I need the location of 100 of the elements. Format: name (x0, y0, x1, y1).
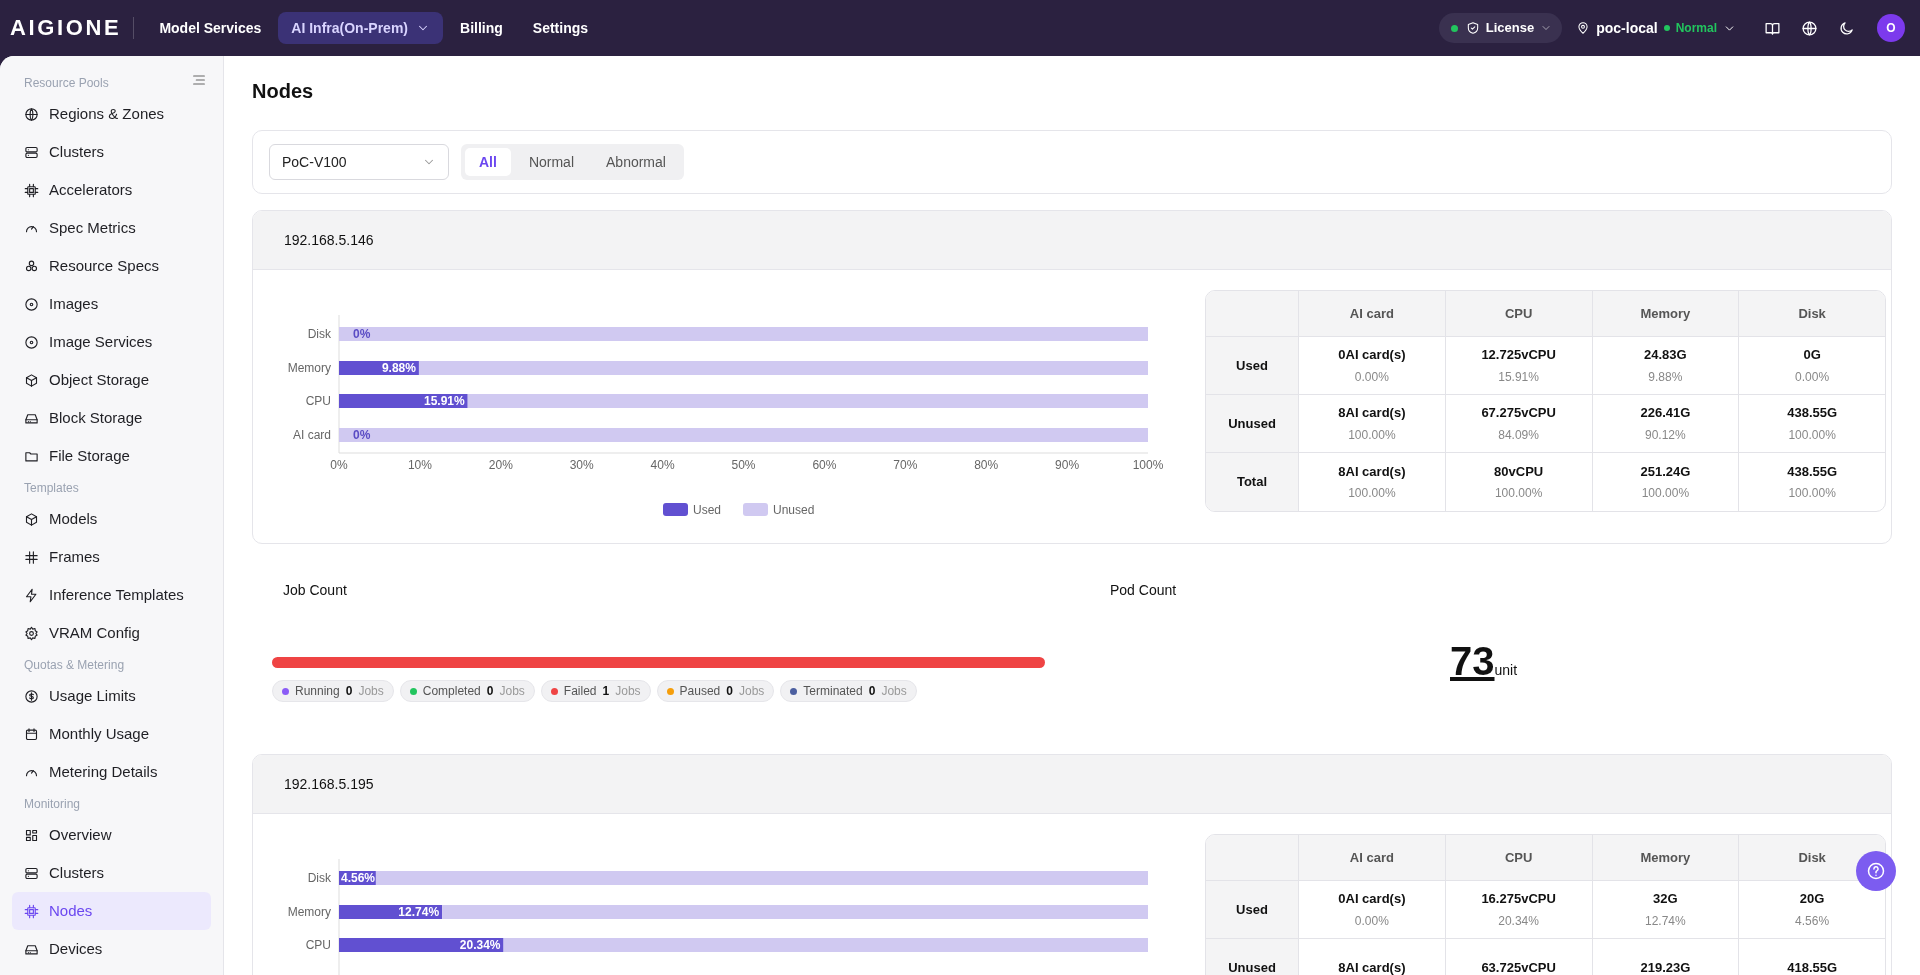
column-header: CPU (1504, 848, 1533, 867)
cell-percent: 100.00% (1641, 485, 1690, 503)
tick-label: 50% (731, 458, 756, 472)
language-icon[interactable] (1801, 19, 1818, 37)
globe-icon (24, 106, 39, 122)
calendar-icon (24, 726, 39, 742)
cell-percent: 15.91% (1498, 368, 1539, 386)
section-heading: Quotas & Metering (23, 657, 126, 674)
row-header: Unused (1206, 395, 1299, 452)
bolt-icon (24, 587, 39, 603)
sidebar-item[interactable]: Frames (12, 538, 211, 576)
tick-label: 40% (650, 458, 675, 472)
axis-label: Memory (287, 361, 331, 375)
cell-value: 438.55G (1787, 404, 1838, 423)
dollar-icon (24, 688, 39, 704)
tick-label: 0% (330, 458, 348, 472)
column-header: Memory (1640, 304, 1691, 323)
tick-label: 70% (893, 458, 918, 472)
cell-percent: 12.74% (1645, 912, 1686, 930)
status-count: 0 (868, 683, 876, 700)
sidebar-item[interactable]: Clusters (12, 854, 211, 892)
disc-icon (24, 296, 39, 312)
cell-value: 80vCPU (1494, 462, 1544, 481)
section-title: Pod Count (1110, 581, 1178, 600)
legend-item[interactable]: Unused (743, 503, 815, 517)
tick-label: 100% (1132, 458, 1164, 472)
sidebar-item[interactable]: Overview (12, 816, 211, 854)
sidebar-item[interactable]: Images (12, 285, 211, 323)
value-label: 0% (353, 327, 371, 341)
axis-label: Memory (287, 905, 331, 919)
sidebar-item[interactable]: Monthly Usage (12, 715, 211, 753)
status-unit: Jobs (881, 683, 907, 700)
cell-percent: 0.00% (1795, 368, 1830, 386)
sidebar-item[interactable]: VRAM Config (12, 614, 211, 652)
axis-label: AI card (293, 428, 331, 442)
sidebar-item[interactable]: Metering Details (12, 753, 211, 791)
status-label: Paused (679, 683, 721, 700)
status-unit: Jobs (615, 683, 641, 700)
row-header: Unused (1206, 939, 1299, 975)
cell-value: 0G (1803, 346, 1821, 365)
axis-label: CPU (305, 938, 331, 952)
column-header: AI card (1349, 304, 1394, 323)
sidebar-item[interactable]: Resource Specs (12, 247, 211, 285)
cell-percent: 0.00% (1354, 912, 1389, 930)
sidebar-item[interactable]: Inference Templates (12, 576, 211, 614)
cube-icon (24, 511, 39, 527)
license-button[interactable]: License (1438, 13, 1563, 43)
sidebar-item[interactable]: Spec Metrics (12, 209, 211, 247)
sidebar-item[interactable]: Image Services (12, 323, 211, 361)
atoms-icon (24, 258, 39, 274)
status-tab[interactable]: Abnormal (592, 148, 680, 176)
column-header: Disk (1798, 848, 1826, 867)
status-tab[interactable]: All (465, 148, 511, 176)
cell-value: 8AI card(s) (1338, 959, 1406, 975)
cell-value: 24.83G (1644, 346, 1687, 365)
shield-icon (1465, 21, 1480, 35)
sidebar-item[interactable]: Accelerators (12, 171, 211, 209)
nav-tab[interactable]: Billing (447, 12, 516, 44)
cell-percent: 100.00% (1788, 485, 1836, 503)
nav-tab[interactable]: Settings (519, 12, 602, 44)
cell-percent: 9.88% (1648, 368, 1683, 386)
page-title: Nodes (252, 79, 315, 104)
tick-label: 30% (569, 458, 594, 472)
dark-mode-icon[interactable] (1838, 19, 1855, 37)
brand-logo: AIGIONE (10, 17, 135, 39)
cluster-select[interactable]: PoC-V100 (269, 144, 449, 180)
nav-tab[interactable]: Model Services (146, 12, 275, 44)
sidebar-item[interactable]: Regions & Zones (12, 95, 211, 133)
legend-item[interactable]: Used (663, 503, 721, 517)
nav-tab[interactable]: AI Infra(On-Prem) (278, 12, 443, 44)
tick-label: 60% (812, 458, 837, 472)
status-label: Terminated (803, 683, 863, 700)
cell-value: 20G (1799, 890, 1825, 909)
row-header: Total (1206, 453, 1299, 511)
cell-value: 8AI card(s) (1338, 404, 1406, 423)
status-unit: Jobs (738, 683, 765, 700)
cell-percent: 100.00% (1348, 426, 1396, 444)
sidebar-item[interactable]: Nodes (12, 892, 211, 930)
user-avatar[interactable]: O (1877, 14, 1905, 42)
tick-label: 10% (407, 458, 432, 472)
cell-value: 67.275vCPU (1481, 404, 1556, 423)
help-icon (1866, 861, 1886, 881)
cube-icon (24, 372, 39, 388)
cell-value: 438.55G (1787, 462, 1838, 481)
sidebar-item[interactable]: Clusters (12, 133, 211, 171)
hash-icon (24, 549, 39, 565)
sidebar-item[interactable]: Usage Limits (12, 677, 211, 715)
sidebar-item[interactable]: Models (12, 500, 211, 538)
status-count: 1 (602, 683, 610, 700)
value-label: 20.34% (459, 938, 501, 952)
location-pin-icon (1576, 21, 1591, 35)
sidebar-item[interactable]: Devices (12, 930, 211, 968)
sidebar-item[interactable]: Object Storage (12, 361, 211, 399)
cell-value: 0AI card(s) (1338, 346, 1406, 365)
sidebar-item[interactable]: File Storage (12, 437, 211, 475)
status-label: Failed (563, 683, 597, 700)
axis-label: CPU (305, 394, 331, 408)
sidebar-item[interactable]: Block Storage (12, 399, 211, 437)
status-tab[interactable]: Normal (514, 148, 588, 176)
location-selector[interactable]: poc-local Normal (1576, 13, 1736, 43)
